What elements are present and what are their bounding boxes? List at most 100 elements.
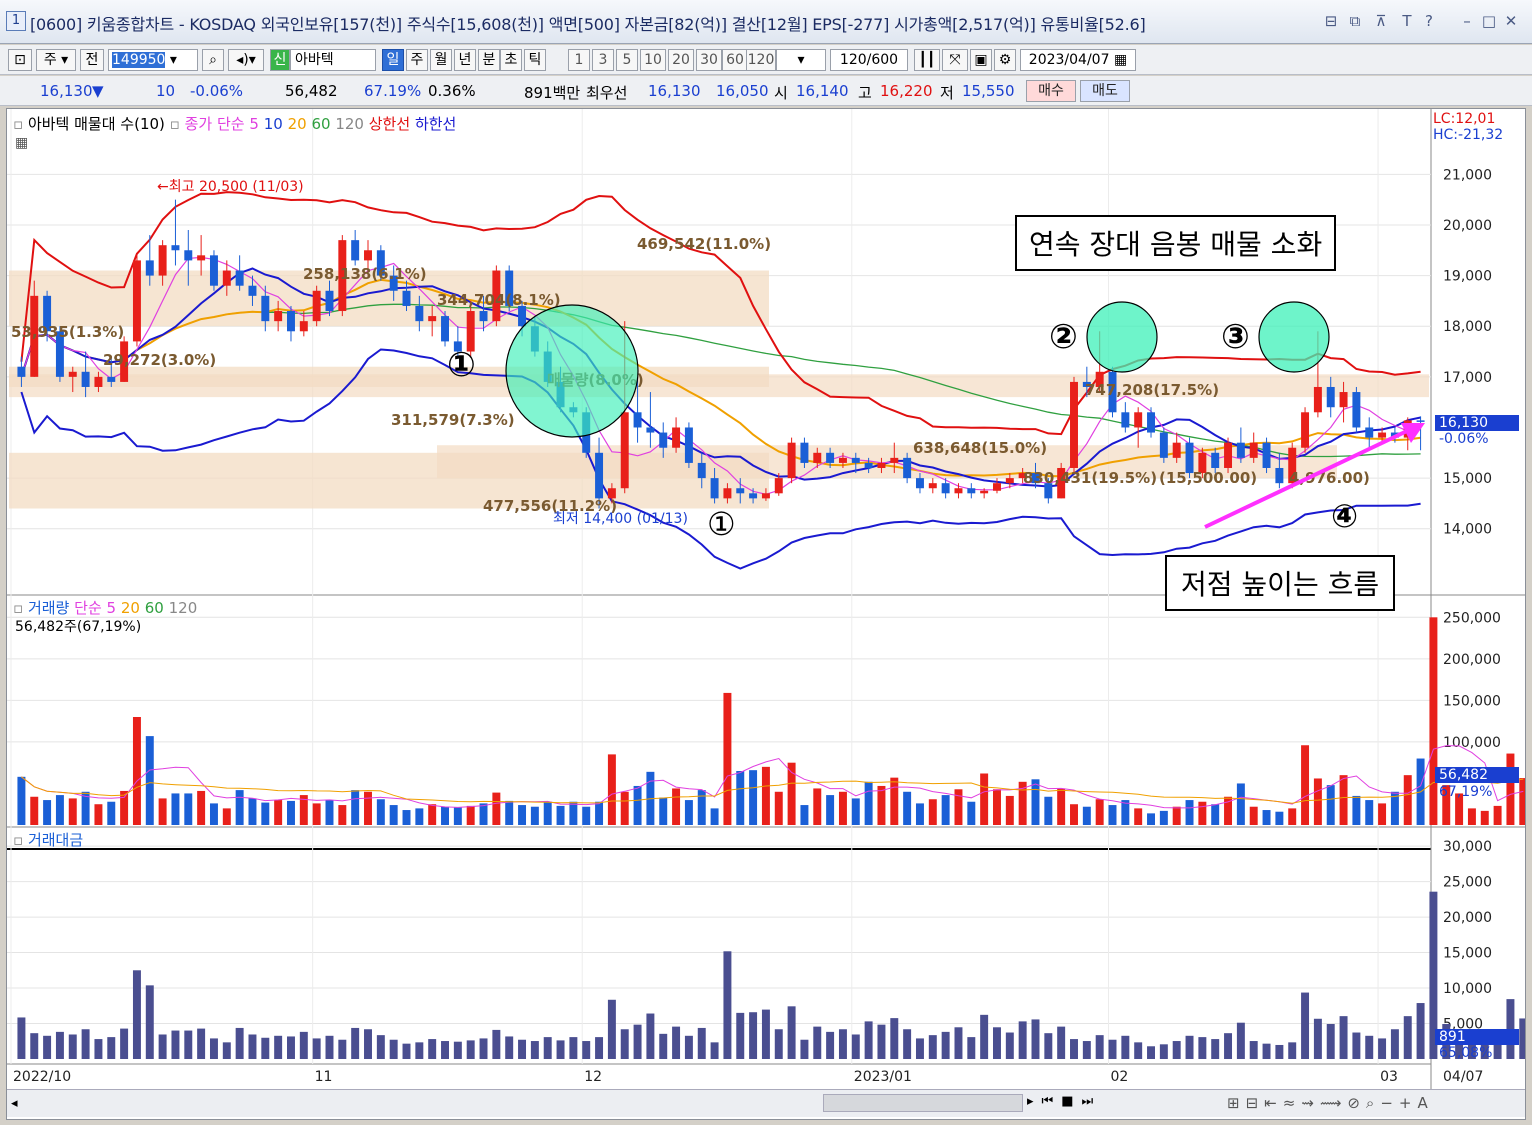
copy-window-icon[interactable]: ⧉	[1346, 12, 1364, 30]
legend-upper[interactable]: 상한선	[369, 115, 410, 133]
amount-bar	[1224, 1033, 1233, 1059]
volume-bar	[209, 803, 218, 825]
minute-tab-5[interactable]: 5	[616, 49, 638, 71]
candle-body	[736, 488, 745, 494]
legend-stock[interactable]: 아바텍 매물대 수(10)	[28, 115, 165, 133]
pin-icon[interactable]: ⊼	[1372, 12, 1390, 30]
x-tick-label: 03	[1380, 1069, 1398, 1085]
candle-body	[299, 321, 308, 332]
compare-icon[interactable]: ⤧	[942, 49, 968, 71]
candle-body	[415, 305, 424, 322]
period-tab-3[interactable]: 년	[454, 49, 476, 71]
candle-body	[954, 488, 963, 494]
candle-body	[1326, 386, 1335, 408]
highlight-circle-1	[505, 304, 639, 438]
maximize-icon[interactable]: □	[1480, 12, 1498, 30]
volume-bar	[120, 790, 129, 825]
search-icon[interactable]: ⌕	[202, 49, 224, 71]
scroll-thumb[interactable]	[823, 1094, 1023, 1112]
volume-bar	[145, 736, 154, 825]
close-icon[interactable]: ✕	[1502, 12, 1520, 30]
help-icon[interactable]: ?	[1420, 12, 1438, 30]
interval-select[interactable]: ▾	[776, 49, 826, 71]
amount-bar	[787, 1006, 796, 1059]
amount-bar	[1108, 1039, 1117, 1059]
table-icon[interactable]: ▦	[15, 135, 28, 151]
minute-tab-1[interactable]: 1	[568, 49, 590, 71]
minimize-icon[interactable]: –	[1458, 12, 1476, 30]
amount-tick-label: 15,000	[1443, 946, 1492, 962]
drawing-tools[interactable]: ⊞⊟⇤≈⇝⟿⊘⌕−+A	[1227, 1094, 1434, 1112]
candle-body	[697, 462, 706, 479]
candle-body	[312, 290, 321, 322]
candle-body	[761, 493, 770, 499]
candle-body	[1275, 467, 1284, 484]
buy-button[interactable]: 매수	[1026, 80, 1076, 102]
volume-profile-label: 830,431(19.5%)	[1023, 469, 1157, 487]
scroll-left-icon[interactable]: ◂	[11, 1096, 18, 1111]
count-input[interactable]: 120/600	[830, 49, 908, 71]
vol-legend-ma20[interactable]: 20	[121, 599, 140, 617]
vol-legend-ma60[interactable]: 60	[145, 599, 164, 617]
candle-body	[402, 290, 411, 306]
minute-tab-10[interactable]: 10	[640, 49, 666, 71]
chart-toolbar: ⊡ 주 ▾ 전 149950 ▾ ⌕ ◂)▾ 신 아바텍 일주월년분초틱 135…	[0, 45, 1532, 75]
candle-body	[1134, 412, 1143, 428]
period-tab-6[interactable]: 틱	[524, 49, 546, 71]
amount-bar	[993, 1027, 1001, 1059]
volume-profile-label: 344,704(8.1%)	[437, 291, 561, 309]
volume-bar	[993, 789, 1001, 825]
vol-legend-name[interactable]: 거래량	[28, 599, 69, 617]
minute-tab-120[interactable]: 120	[746, 49, 776, 71]
vol-legend-ma5[interactable]: 5	[107, 599, 117, 617]
candle-body	[1378, 432, 1387, 438]
volume-bar	[505, 800, 514, 825]
playback-controls[interactable]: ▸⏮■⏭	[1027, 1094, 1101, 1109]
legend-ma10[interactable]: 10	[264, 115, 283, 133]
stock-code-input[interactable]: 149950 ▾	[108, 49, 198, 71]
layout-icon[interactable]: ⊡	[8, 49, 32, 71]
period-tab-0[interactable]: 일	[382, 49, 404, 71]
amount-bar	[1005, 1032, 1014, 1059]
save-icon[interactable]: ▣	[970, 49, 992, 71]
minute-tab-30[interactable]: 30	[696, 49, 722, 71]
amount-bar	[1390, 1029, 1399, 1059]
date-input[interactable]: 2023/04/07 ▦	[1020, 49, 1136, 71]
volume-bar	[877, 785, 886, 825]
gear-icon[interactable]: ⚙	[994, 49, 1016, 71]
legend-lower[interactable]: 하한선	[415, 115, 456, 133]
sell-button[interactable]: 매도	[1080, 80, 1130, 102]
candle-icon[interactable]: ┃┃	[914, 49, 940, 71]
restore-layout-icon[interactable]: ⊟	[1322, 12, 1340, 30]
legend-ma120[interactable]: 120	[335, 115, 364, 133]
amount-bar	[864, 1021, 873, 1059]
volume-bar	[261, 802, 270, 825]
minute-tab-20[interactable]: 20	[668, 49, 694, 71]
chart-area[interactable]: 21,000 20,000 19,000 18,000 17,000 15,000 14,0…	[6, 108, 1526, 1120]
legend-ma5[interactable]: 5	[249, 115, 259, 133]
amount-bar	[1057, 1026, 1066, 1059]
legend-ma60[interactable]: 60	[311, 115, 330, 133]
amount-legend-name[interactable]: 거래대금	[28, 831, 83, 849]
quote-bar: 16,130 ▼ 10 -0.06% 56,482 67.19% 0.36% 8…	[0, 76, 1532, 106]
price-tick-label: 21,000	[1443, 167, 1492, 183]
speaker-icon[interactable]: ◂)▾	[228, 49, 264, 71]
vol-legend-ma[interactable]: 단순	[74, 599, 102, 617]
current-pct-tag: -0.06%	[1439, 431, 1489, 447]
period-tab-1[interactable]: 주	[406, 49, 428, 71]
period-tab-2[interactable]: 월	[430, 49, 452, 71]
minute-tab-3[interactable]: 3	[592, 49, 614, 71]
volume-bar	[684, 800, 693, 825]
vol-legend-ma120[interactable]: 120	[169, 599, 198, 617]
minute-tab-60[interactable]: 60	[722, 49, 748, 71]
prev-button[interactable]: 전	[80, 49, 104, 71]
amount-bar	[518, 1039, 527, 1059]
volume-bar	[774, 791, 783, 825]
legend-ma20[interactable]: 20	[288, 115, 307, 133]
type-select[interactable]: 주 ▾	[36, 49, 76, 71]
amount-bar	[466, 1040, 475, 1059]
legend-ma-label[interactable]: 종가 단순	[185, 115, 245, 133]
period-tab-5[interactable]: 초	[500, 49, 522, 71]
period-tab-4[interactable]: 분	[478, 49, 500, 71]
text-icon[interactable]: T	[1398, 12, 1416, 30]
